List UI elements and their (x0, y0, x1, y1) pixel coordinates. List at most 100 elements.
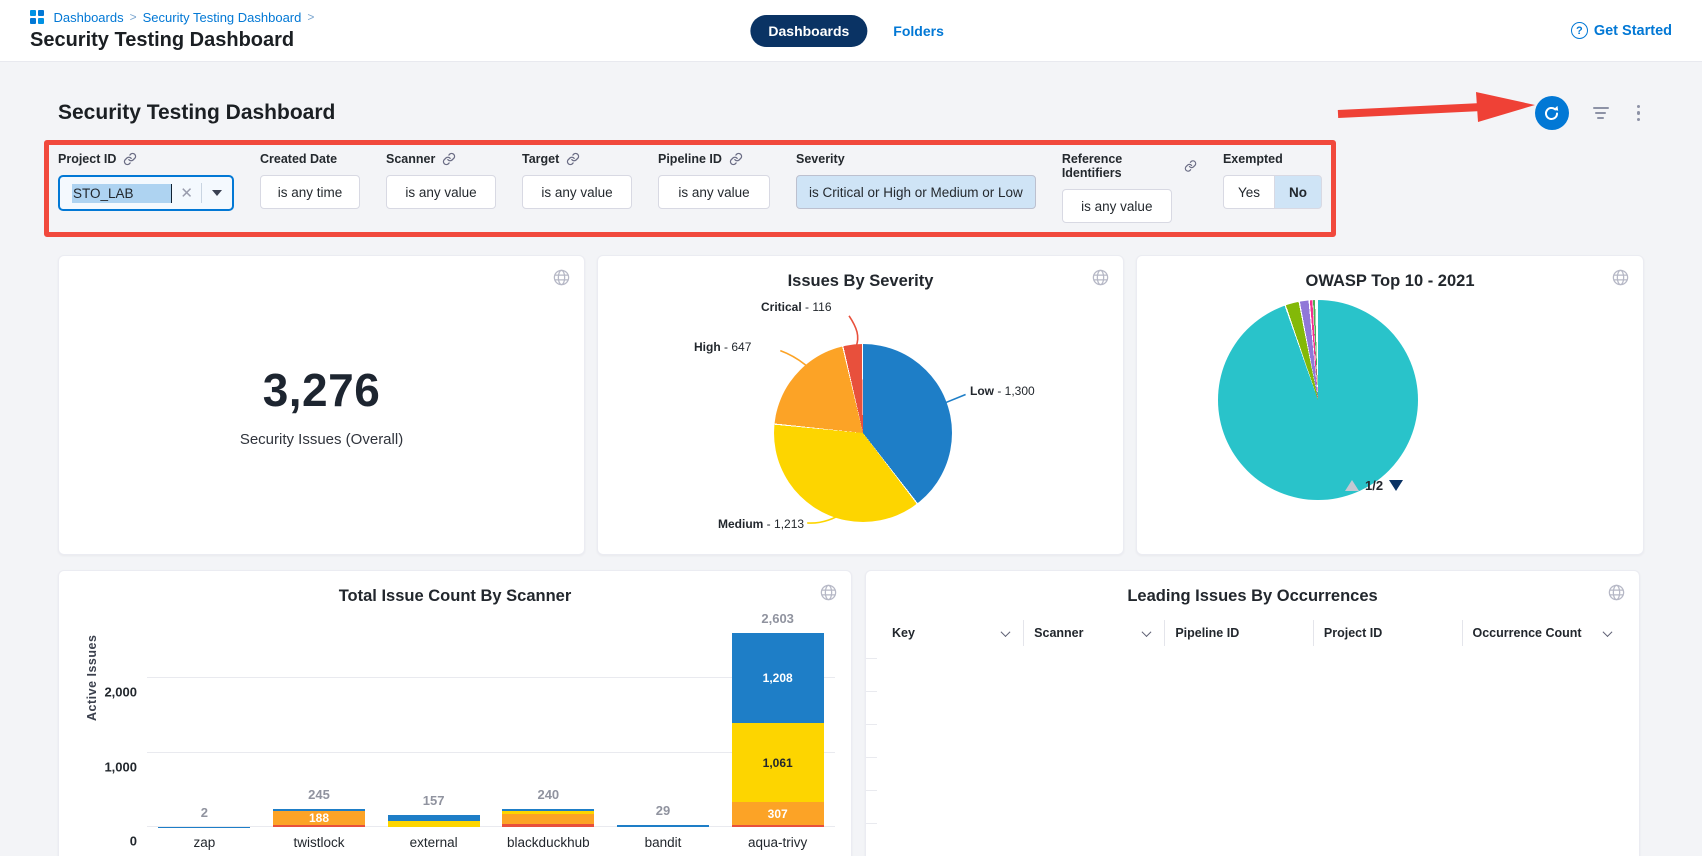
bar-bandit[interactable]: 29bandit (606, 627, 721, 827)
severity-filter-button[interactable]: is Critical or High or Medium or Low (796, 175, 1036, 209)
bar-segment-critical (273, 825, 365, 827)
scanner-filter-button[interactable]: is any value (386, 175, 496, 209)
bar-stack: 188 (273, 809, 365, 827)
callout-critical-name: Critical (761, 300, 802, 314)
bar-blackduckhub[interactable]: 240blackduckhub (491, 627, 606, 827)
more-options-icon[interactable] (1633, 101, 1645, 126)
column-header-key[interactable]: Key (882, 620, 1023, 646)
bar-external[interactable]: 157external (376, 627, 491, 827)
filter-scanner-label: Scanner (386, 152, 435, 166)
bar-total-label: 2 (147, 805, 262, 820)
filter-severity: Severity is Critical or High or Medium o… (796, 152, 1036, 209)
filter-created-date: Created Date is any time (260, 152, 360, 209)
page-title: Security Testing Dashboard (30, 29, 314, 52)
breadcrumb-separator-icon: > (130, 10, 137, 24)
card-issues-by-severity: Issues By Severity Critical - 116 High -… (597, 255, 1124, 555)
filter-project-id: Project ID STO_LAB ✕ (58, 152, 234, 211)
callout-low-value: 1,300 (1005, 384, 1035, 398)
help-icon: ? (1571, 22, 1588, 39)
pager-up-icon[interactable] (1345, 480, 1359, 491)
clear-icon[interactable]: ✕ (180, 184, 193, 202)
view-tabs: Dashboards Folders (750, 0, 944, 61)
tab-dashboards[interactable]: Dashboards (750, 15, 867, 47)
bar-stack (502, 809, 594, 827)
bar-segment-critical (732, 825, 824, 827)
y-axis-label: Active Issues (85, 635, 99, 721)
column-key-label: Key (892, 626, 915, 640)
chevron-down-icon[interactable] (1001, 627, 1011, 637)
bar-total-label: 240 (491, 787, 606, 802)
callout-medium-value: 1,213 (774, 517, 804, 531)
filter-target-label: Target (522, 152, 559, 166)
bar-segment-high (502, 814, 594, 824)
target-filter-button[interactable]: is any value (522, 175, 632, 209)
bar-segment-high: 307 (732, 802, 824, 825)
callout-low: Low - 1,300 (970, 384, 1035, 398)
table-header: Key Scanner Pipeline ID Project ID Occur… (866, 620, 1639, 646)
callout-critical: Critical - 116 (761, 300, 832, 314)
project-id-select[interactable]: STO_LAB ✕ (58, 175, 234, 211)
column-header-project-id[interactable]: Project ID (1313, 620, 1462, 646)
column-header-occurrence-count[interactable]: Occurrence Count (1462, 620, 1625, 646)
filter-created-date-label: Created Date (260, 152, 337, 166)
x-axis-label: aqua-trivy (720, 835, 835, 850)
pipeline-id-filter-button[interactable]: is any value (658, 175, 770, 209)
globe-icon (819, 583, 838, 602)
column-header-pipeline-id[interactable]: Pipeline ID (1164, 620, 1313, 646)
bar-twistlock[interactable]: 188245twistlock (262, 627, 377, 827)
divider (201, 183, 202, 203)
card-owasp-top10: OWASP Top 10 - 2021 1/2 (1136, 255, 1644, 555)
bar-zap[interactable]: 2zap (147, 627, 262, 827)
exempted-yes-button[interactable]: Yes (1223, 175, 1274, 209)
y-tick-label: 0 (130, 834, 137, 849)
column-header-scanner[interactable]: Scanner (1023, 620, 1164, 646)
tab-folders[interactable]: Folders (893, 23, 944, 39)
refresh-button[interactable] (1535, 96, 1569, 130)
scanner-bar-plot[interactable]: 01,0002,0002zap188245twistlock157externa… (147, 627, 835, 827)
created-date-filter-button[interactable]: is any time (260, 175, 360, 209)
card-security-issues-overall: 3,276 Security Issues (Overall) (58, 255, 585, 555)
filter-scanner: Scanner is any value (386, 152, 496, 209)
filter-reference-identifiers: Reference Identifiers is any value (1062, 152, 1197, 223)
overall-issues-value: 3,276 (263, 363, 381, 417)
column-project-id-label: Project ID (1324, 626, 1382, 640)
table-row-gutter (866, 658, 877, 844)
bar-segment-low (617, 825, 709, 827)
column-scanner-label: Scanner (1034, 626, 1083, 640)
x-axis-label: twistlock (262, 835, 377, 850)
dashboard-filters-icon[interactable] (1589, 103, 1613, 123)
chevron-down-icon[interactable] (1142, 627, 1152, 637)
bar-segment-critical (502, 824, 594, 827)
pager-down-icon[interactable] (1389, 480, 1403, 491)
overall-issues-caption: Security Issues (Overall) (240, 431, 403, 448)
bar-segment-high: 188 (273, 811, 365, 825)
bar-aqua-trivy[interactable]: 3071,0611,2082,603aqua-trivy (720, 627, 835, 827)
link-icon (123, 152, 137, 166)
breadcrumb-dashboards[interactable]: Dashboards (54, 10, 124, 25)
project-id-value[interactable]: STO_LAB (72, 184, 172, 203)
breadcrumb-current-dashboard[interactable]: Security Testing Dashboard (143, 10, 302, 25)
dashboard-title: Security Testing Dashboard (58, 101, 335, 125)
bar-total-label: 245 (262, 787, 377, 802)
top-bar: Dashboards > Security Testing Dashboard … (0, 0, 1702, 62)
filter-exempted-label: Exempted (1223, 152, 1283, 166)
reference-identifiers-filter-button[interactable]: is any value (1062, 189, 1172, 223)
breadcrumb: Dashboards > Security Testing Dashboard … (30, 10, 314, 25)
link-icon (1184, 159, 1197, 173)
dashboard-main: Security Testing Dashboard Project ID (0, 62, 1702, 856)
get-started-link[interactable]: ? Get Started (1571, 22, 1672, 39)
link-icon (729, 152, 743, 166)
callout-high-value: 647 (731, 340, 751, 354)
filter-severity-label: Severity (796, 152, 845, 166)
bar-segment-low: 1,208 (732, 633, 824, 723)
exempted-no-button[interactable]: No (1274, 175, 1322, 209)
filter-pipeline-id-label: Pipeline ID (658, 152, 722, 166)
chevron-down-icon[interactable] (212, 190, 222, 196)
filter-project-id-label: Project ID (58, 152, 116, 166)
column-occurrence-count-label: Occurrence Count (1473, 626, 1582, 640)
chevron-down-icon[interactable] (1603, 627, 1613, 637)
scanner-chart-title: Total Issue Count By Scanner (59, 571, 851, 606)
issues-by-severity-pie[interactable] (774, 344, 952, 522)
owasp-top10-pie[interactable] (1218, 300, 1418, 500)
x-axis-label: external (376, 835, 491, 850)
